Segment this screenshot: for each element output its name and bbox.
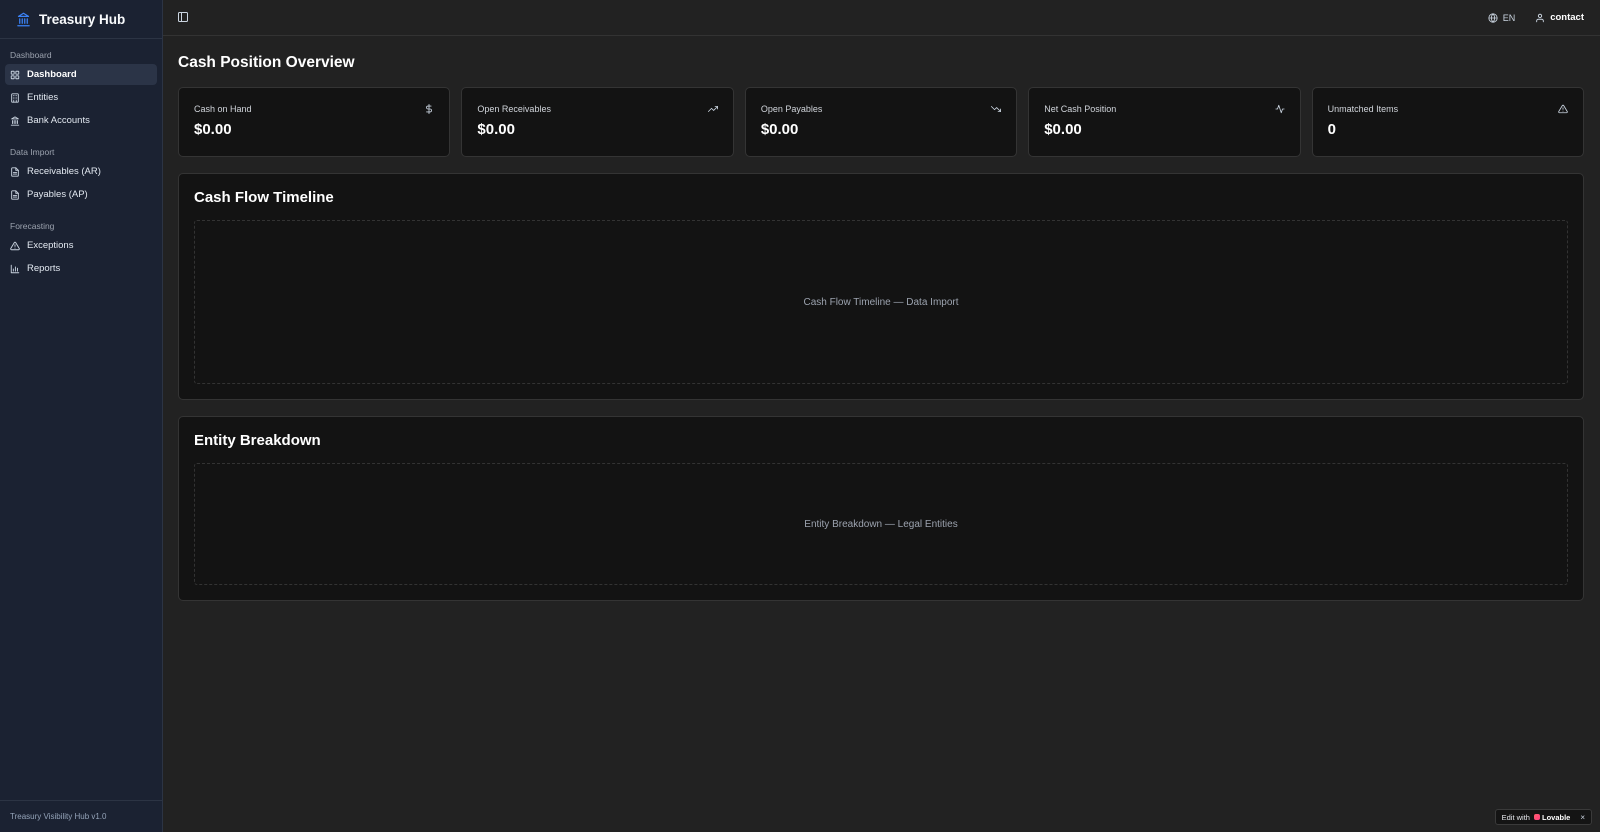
user-icon [1535,13,1545,23]
main-area: EN contact Cash Position Overview Cash o… [163,0,1600,832]
dashboard-content: Cash Position Overview Cash on Hand $0.0… [163,36,1600,617]
topbar: EN contact [163,0,1600,36]
sidebar-item-label: Exceptions [27,240,74,251]
sidebar-toggle-icon[interactable] [177,11,191,25]
cash-flow-timeline-panel: Cash Flow Timeline Cash Flow Timeline — … [178,173,1584,400]
chart-placeholder: Entity Breakdown — Legal Entities [194,463,1568,585]
nav-group-label: Data Import [10,147,55,157]
sidebar-item-label: Reports [27,263,61,274]
alert-triangle-icon [10,241,20,251]
heart-icon [1533,814,1540,820]
sidebar-item-label: Entities [27,92,59,103]
page-title: Cash Position Overview [178,54,355,71]
nav-group-label: Dashboard [10,50,52,60]
activity-icon [1275,104,1285,114]
panel-title: Entity Breakdown [194,432,321,449]
sidebar-item-label: Payables (AP) [27,189,88,200]
file-icon [10,166,20,177]
nav-group-label: Forecasting [10,221,55,231]
bar-chart-icon [10,264,20,274]
nav-group-data-import: Data Import Receivables (AR) Payables (A… [5,144,157,205]
building-icon [10,92,20,103]
language-switcher[interactable]: EN [1488,12,1516,23]
user-menu[interactable]: contact [1535,12,1584,23]
kpi-label: Net Cash Position [1044,104,1117,114]
close-icon[interactable]: × [1580,813,1585,822]
kpi-value: 0 [1327,121,1336,138]
sidebar-item-label: Bank Accounts [27,115,90,126]
kpi-row: Cash on Hand $0.00 Open Receivables $0.0… [178,87,1585,157]
kpi-card-open-payables: Open Payables $0.00 [744,87,1018,157]
kpi-value: $0.00 [1044,121,1082,138]
nav-group-dashboard: Dashboard Dashboard Entities Bank Accoun… [5,47,157,131]
language-label: EN [1502,12,1516,23]
landmark-icon [10,115,20,126]
app-shell: Treasury Hub Dashboard Dashboard Entitie… [0,0,1600,832]
sidebar-item-entities[interactable]: Entities [5,87,157,108]
kpi-label: Cash on Hand [194,104,252,114]
lovable-logo: Lovable [1533,812,1571,822]
kpi-card-open-receivables: Open Receivables $0.00 [461,87,734,157]
kpi-card-net-cash-position: Net Cash Position $0.00 [1028,87,1301,157]
kpi-value: $0.00 [194,121,232,138]
topbar-actions: EN contact [1488,12,1584,23]
user-name: contact [1550,12,1584,23]
kpi-label: Unmatched Items [1327,104,1399,114]
landmark-icon [16,12,31,27]
entity-breakdown-panel: Entity Breakdown Entity Breakdown — Lega… [178,416,1584,601]
sidebar-item-receivables[interactable]: Receivables (AR) [5,161,157,182]
alert-triangle-icon [1558,104,1568,114]
sidebar-item-label: Receivables (AR) [27,166,101,177]
chart-placeholder: Cash Flow Timeline — Data Import [194,220,1568,384]
badge-brand: Lovable [1541,812,1571,822]
kpi-label: Open Payables [760,104,823,114]
sidebar-footer: Treasury Visibility Hub v1.0 [0,800,162,832]
nav-group-forecasting: Forecasting Exceptions Reports [5,218,157,279]
dollar-icon [424,104,434,114]
kpi-value: $0.00 [477,121,515,138]
sidebar-item-dashboard[interactable]: Dashboard [5,64,157,85]
grid-icon [10,70,20,80]
kpi-value: $0.00 [760,121,799,138]
sidebar-item-payables[interactable]: Payables (AP) [5,184,157,205]
edit-with-lovable-badge[interactable]: Edit with Lovable × [1494,809,1592,825]
kpi-label: Open Receivables [477,104,551,114]
trending-down-icon [991,104,1002,114]
sidebar-item-bank-accounts[interactable]: Bank Accounts [5,110,157,131]
globe-icon [1488,12,1498,23]
sidebar-item-exceptions[interactable]: Exceptions [5,235,157,256]
sidebar-item-reports[interactable]: Reports [5,258,157,279]
sidebar-nav: Dashboard Dashboard Entities Bank Accoun… [0,39,162,832]
sidebar: Treasury Hub Dashboard Dashboard Entitie… [0,0,163,832]
trending-up-icon [707,104,718,114]
brand-name: Treasury Hub [39,11,126,27]
panel-title: Cash Flow Timeline [194,189,334,206]
file-icon [10,189,20,200]
brand[interactable]: Treasury Hub [0,0,162,39]
kpi-card-cash-on-hand: Cash on Hand $0.00 [178,87,451,157]
badge-prefix: Edit with [1501,812,1530,822]
sidebar-item-label: Dashboard [27,69,77,80]
kpi-card-unmatched-items: Unmatched Items 0 [1311,87,1585,157]
